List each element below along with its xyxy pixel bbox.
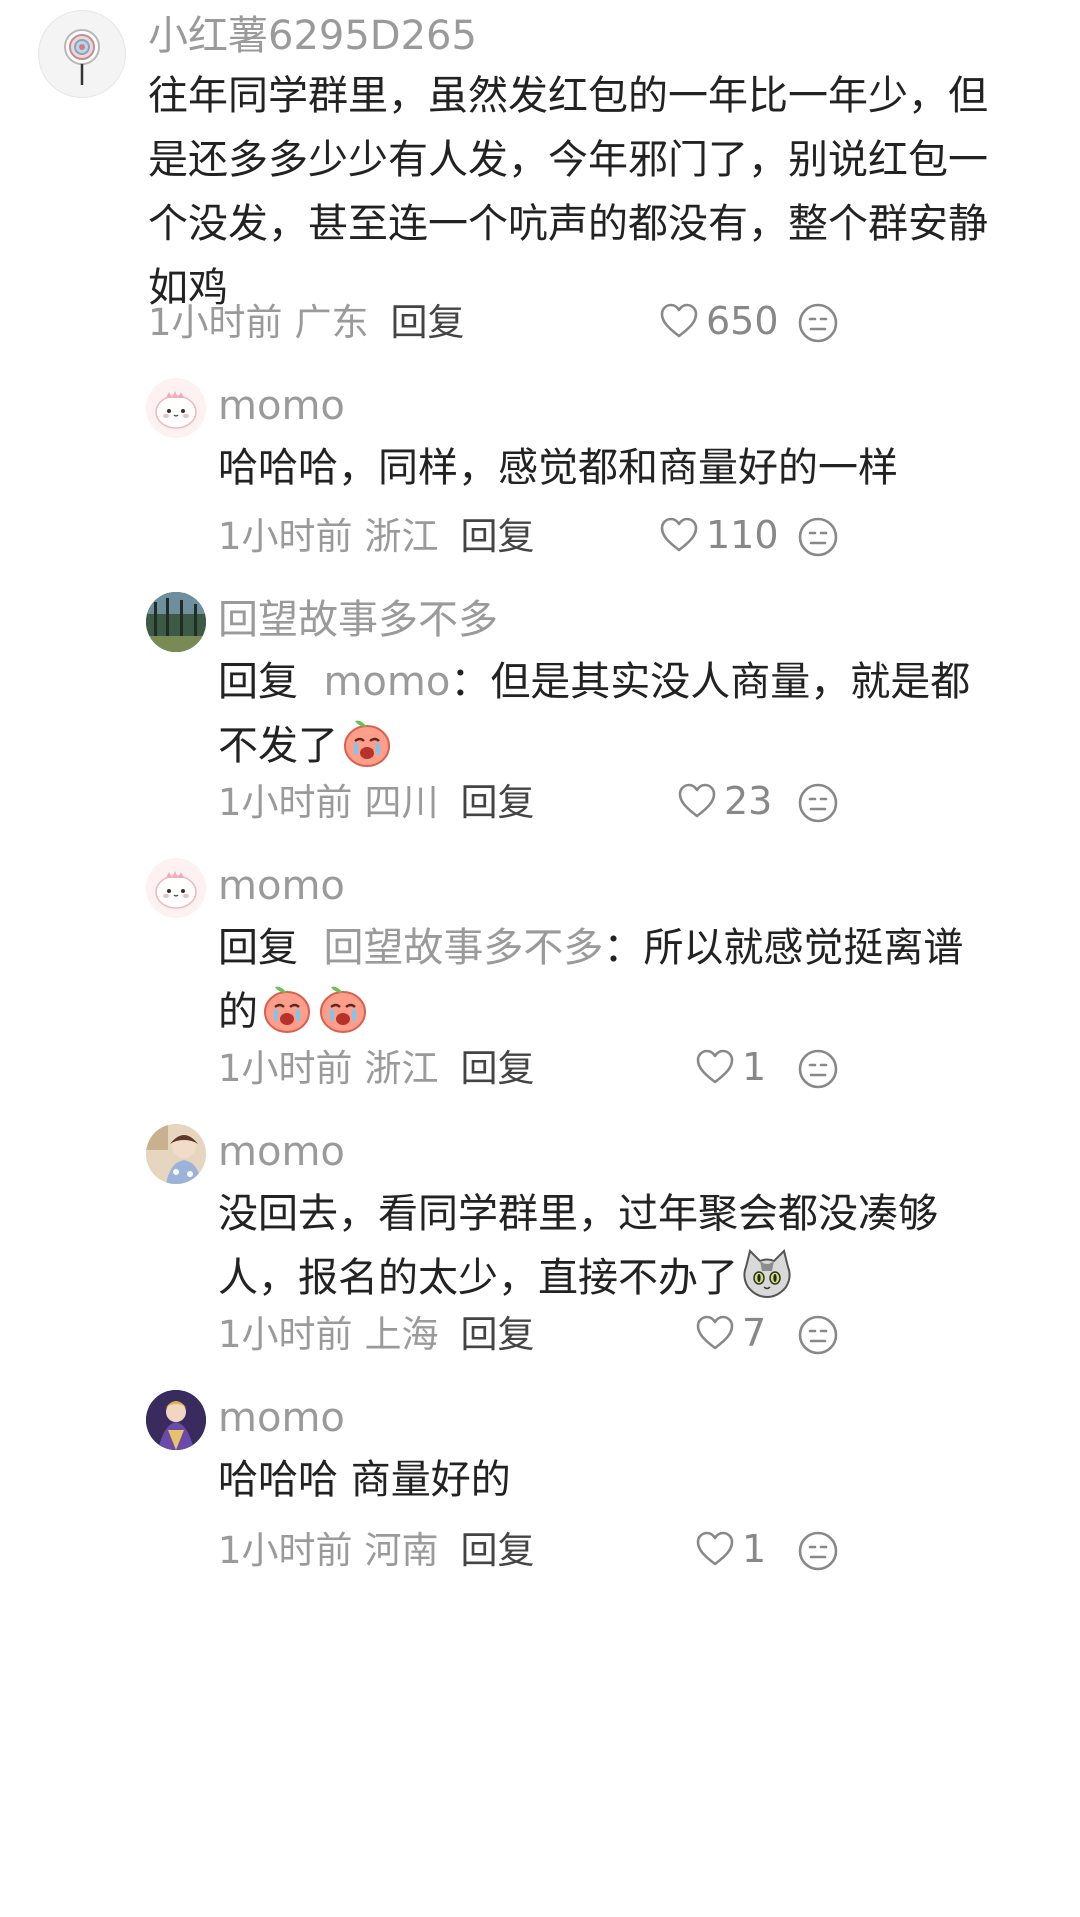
comment-meta: 1小时前 浙江 回复 — [218, 514, 535, 560]
like-count: 1 — [742, 1045, 767, 1089]
reply-button[interactable]: 回复 — [391, 301, 465, 344]
comment-username[interactable]: momo — [218, 1394, 345, 1442]
heart-icon — [660, 517, 698, 552]
comment-username[interactable]: momo — [218, 1128, 345, 1176]
comment-location: 上海 — [364, 1313, 439, 1356]
comment-time: 1小时前 — [218, 1313, 353, 1356]
reply-target-username[interactable]: momo — [323, 659, 450, 705]
heart-icon — [696, 1531, 734, 1566]
heart-icon — [696, 1315, 734, 1350]
reply-button[interactable]: 回复 — [461, 1529, 535, 1572]
heart-icon — [696, 1049, 734, 1084]
like-button[interactable]: 1 — [696, 1526, 766, 1572]
comment-username[interactable]: momo — [218, 382, 345, 430]
like-count: 7 — [742, 1311, 767, 1355]
comment-text: 往年同学群里，虽然发红包的一年比一年少，但 是还多多少少有人发，今年邪门了，别说… — [148, 73, 988, 311]
dislike-face-icon[interactable] — [796, 781, 840, 825]
pink-dino-avatar-icon[interactable] — [146, 858, 206, 918]
anime-girl-avatar-icon[interactable] — [146, 1124, 206, 1184]
comment-text: 回复 回望故事多不多：所以就感觉挺离谱 的 — [218, 925, 964, 1035]
lollipop-avatar-icon[interactable] — [38, 10, 126, 98]
comment-location: 四川 — [364, 781, 439, 824]
forest-avatar-icon[interactable] — [146, 592, 206, 652]
like-button[interactable]: 1 — [696, 1044, 766, 1090]
comment-location: 河南 — [364, 1529, 439, 1572]
comment-meta: 1小时前 河南 回复 — [218, 1528, 535, 1574]
crying-peach-emoji — [320, 986, 366, 1033]
reply-target-username[interactable]: 回望故事多不多 — [323, 925, 603, 971]
comment-time: 1小时前 — [218, 781, 353, 824]
comment-meta: 1小时前 四川 回复 — [218, 780, 535, 826]
reply-button[interactable]: 回复 — [461, 1047, 535, 1090]
like-button[interactable]: 650 — [660, 298, 779, 344]
reply-button[interactable]: 回复 — [461, 1313, 535, 1356]
comment-username[interactable]: momo — [218, 862, 345, 910]
comment-text: 没回去，看同学群里，过年聚会都没凑够 人，报名的太少，直接不办了 — [218, 1191, 938, 1301]
like-count: 23 — [724, 779, 773, 823]
comment-username[interactable]: 回望故事多不多 — [218, 596, 498, 644]
comment-meta: 1小时前 上海 回复 — [218, 1312, 535, 1358]
comment-meta: 1小时前 广东 回复 — [148, 300, 465, 346]
gray-cat-emoji — [743, 1249, 791, 1299]
comment-time: 1小时前 — [148, 301, 283, 344]
comment-text: 哈哈哈 商量好的 — [218, 1457, 511, 1503]
dislike-face-icon[interactable] — [796, 301, 840, 345]
reply-prefix: 回复 — [218, 925, 298, 971]
comment-username[interactable]: 小红薯6295D265 — [148, 12, 477, 60]
comment-time: 1小时前 — [218, 1047, 353, 1090]
comment-location: 浙江 — [364, 1047, 439, 1090]
heart-icon — [678, 783, 716, 818]
comment-meta: 1小时前 浙江 回复 — [218, 1046, 535, 1092]
like-button[interactable]: 110 — [660, 512, 779, 558]
comment-location: 广东 — [294, 301, 369, 344]
like-count: 650 — [706, 299, 779, 343]
comment-text: 哈哈哈，同样，感觉都和商量好的一样 — [218, 445, 898, 491]
comment-time: 1小时前 — [218, 515, 353, 558]
heart-icon — [660, 303, 698, 338]
dislike-face-icon[interactable] — [796, 1313, 840, 1357]
reply-button[interactable]: 回复 — [461, 781, 535, 824]
like-button[interactable]: 7 — [696, 1310, 766, 1356]
crying-peach-emoji — [344, 720, 390, 767]
dislike-face-icon[interactable] — [796, 1529, 840, 1573]
like-count: 110 — [706, 513, 779, 557]
reply-prefix: 回复 — [218, 659, 298, 705]
like-button[interactable]: 23 — [678, 778, 772, 824]
reply-button[interactable]: 回复 — [461, 515, 535, 558]
pink-dino-avatar-icon[interactable] — [146, 378, 206, 438]
dislike-face-icon[interactable] — [796, 515, 840, 559]
dislike-face-icon[interactable] — [796, 1047, 840, 1091]
comment-time: 1小时前 — [218, 1529, 353, 1572]
comment-text: 回复 momo：但是其实没人商量，就是都 不发了 — [218, 659, 971, 769]
comment-list: 小红薯6295D265 往年同学群里，虽然发红包的一年比一年少，但 是还多多少少… — [0, 0, 1080, 1917]
comment-location: 浙江 — [364, 515, 439, 558]
purple-anime-avatar-icon[interactable] — [146, 1390, 206, 1450]
crying-peach-emoji — [264, 986, 310, 1033]
like-count: 1 — [742, 1527, 767, 1571]
